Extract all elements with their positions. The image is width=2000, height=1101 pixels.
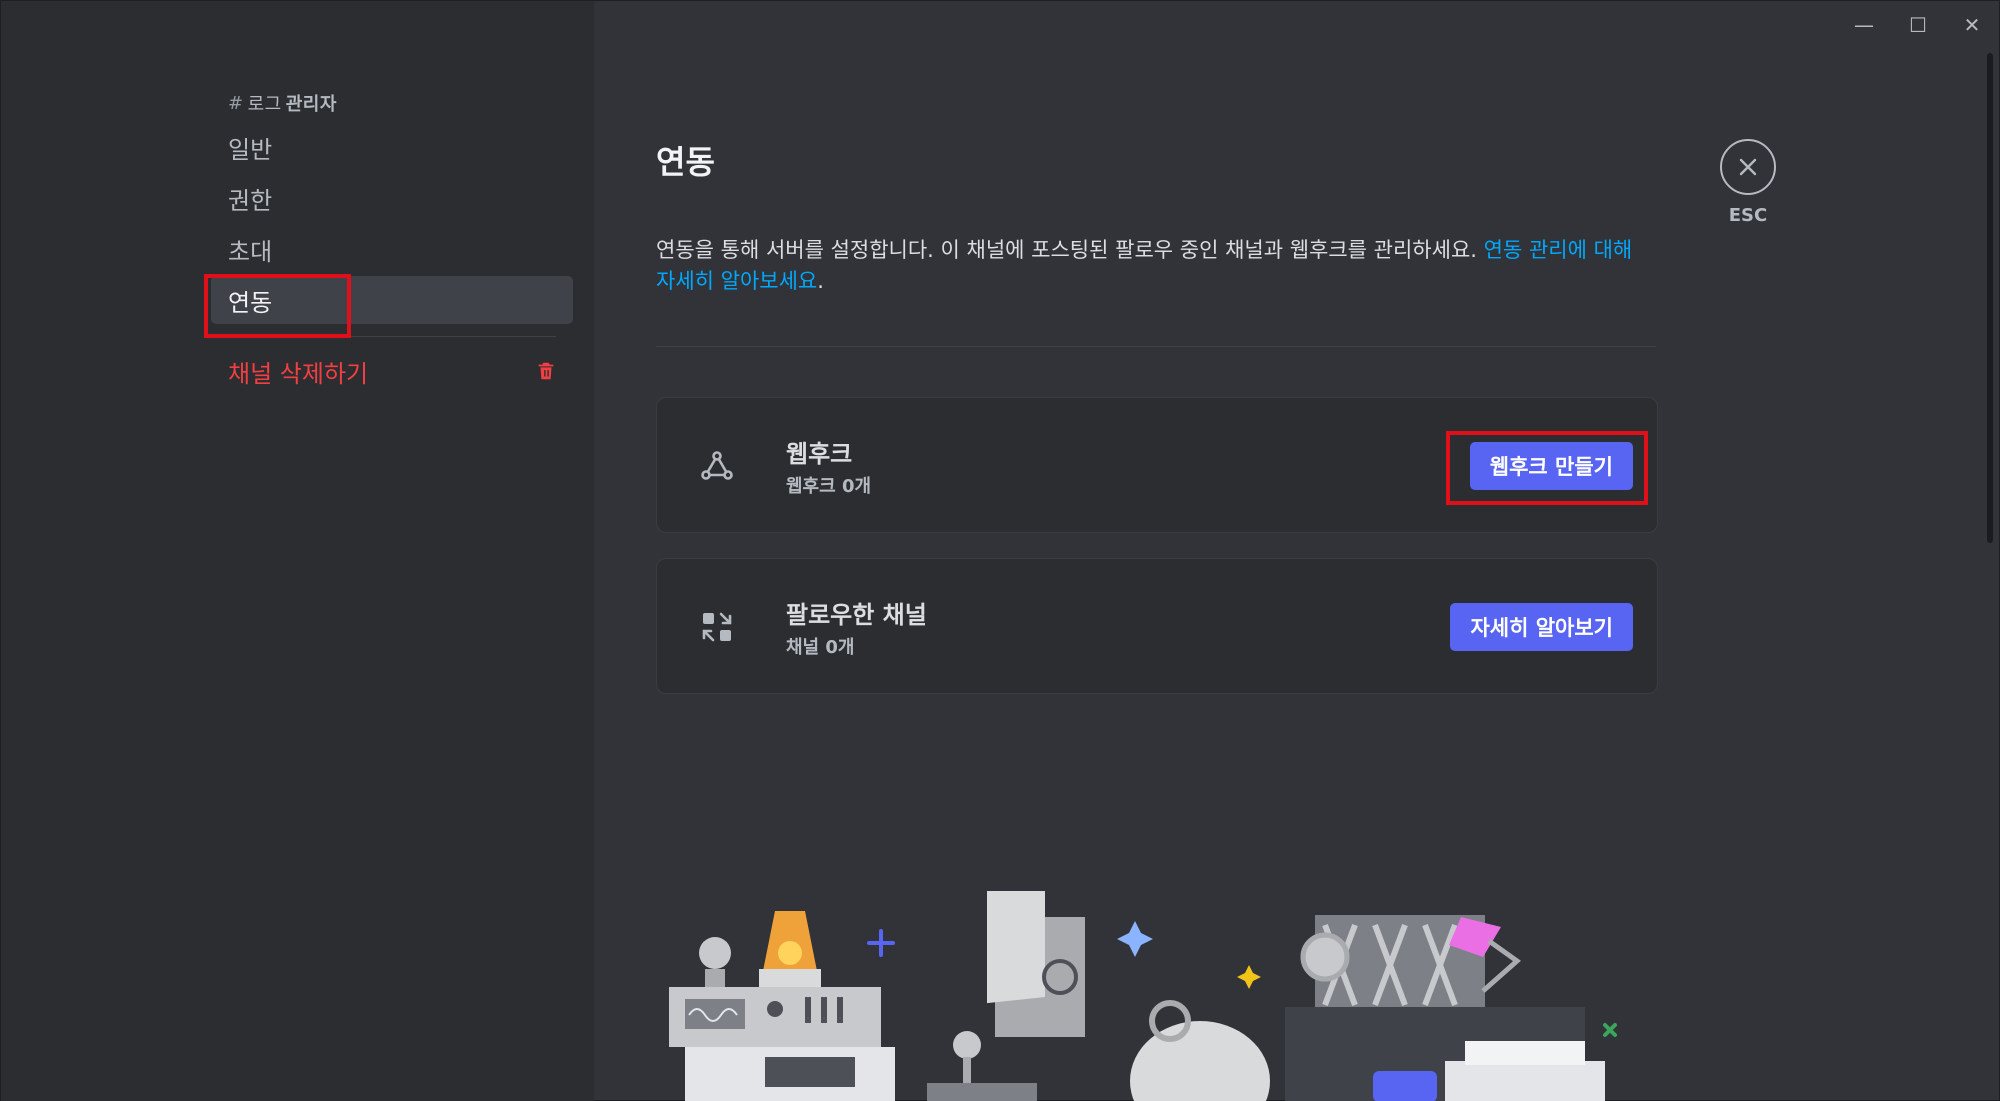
create-webhook-button[interactable]: 웹후크 만들기 <box>1469 442 1633 490</box>
sidebar-header: # 로그 관리자 <box>228 91 573 116</box>
window-controls: — ☐ ✕ <box>1837 7 1999 43</box>
minimize-button[interactable]: — <box>1837 7 1891 43</box>
page-title: 연동 <box>656 143 715 181</box>
page-description: 연동을 통해 서버를 설정합니다. 이 채널에 포스팅된 팔로우 중인 채널과 … <box>656 235 1656 297</box>
sidebar-item-label: 권한 <box>228 186 273 215</box>
card-title: 웹후크 <box>786 440 853 468</box>
close-settings-button[interactable]: ESC <box>1718 139 1778 226</box>
delete-channel-button[interactable]: 채널 삭제하기 <box>211 347 573 395</box>
hash-icon: # <box>228 92 244 114</box>
close-window-button[interactable]: ✕ <box>1945 7 1999 43</box>
card-subtitle: 채널 0개 <box>786 637 855 658</box>
content-divider <box>656 346 1656 347</box>
card-title: 팔로우한 채널 <box>786 601 927 629</box>
sidebar-item-label: 초대 <box>228 237 273 266</box>
description-end: . <box>817 269 824 293</box>
sidebar-item-invites[interactable]: 초대 <box>211 225 573 273</box>
esc-label: ESC <box>1728 205 1768 226</box>
sidebar-divider <box>228 336 556 337</box>
description-text: 연동을 통해 서버를 설정합니다. 이 채널에 포스팅된 팔로우 중인 채널과 … <box>656 238 1484 262</box>
sidebar-item-integrations[interactable]: 연동 <box>211 276 573 324</box>
webhook-icon <box>701 451 733 480</box>
settings-sidebar: # 로그 관리자 일반 권한 초대 연동 채널 삭제하기 <box>1 1 594 1101</box>
channel-suffix: 관리자 <box>285 94 337 115</box>
sidebar-item-label: 일반 <box>228 135 273 164</box>
scrollbar[interactable] <box>1985 53 1995 1093</box>
close-icon <box>1720 139 1776 195</box>
scrollbar-thumb[interactable] <box>1987 53 1993 543</box>
learn-more-button[interactable]: 자세히 알아보기 <box>1450 603 1633 651</box>
sidebar-item-general[interactable]: 일반 <box>211 123 573 171</box>
webhooks-card: 웹후크 웹후크 0개 웹후크 만들기 <box>656 397 1658 533</box>
integrations-illustration <box>669 891 1617 1101</box>
followed-channels-icon <box>702 612 732 642</box>
sidebar-item-permissions[interactable]: 권한 <box>211 174 573 222</box>
card-subtitle: 웹후크 0개 <box>786 476 872 497</box>
settings-window: # 로그 관리자 일반 권한 초대 연동 채널 삭제하기 연동 연동을 통해 서… <box>0 0 2000 1101</box>
sidebar-item-label: 연동 <box>228 288 273 317</box>
maximize-button[interactable]: ☐ <box>1891 7 1945 43</box>
channel-name: 로그 <box>247 94 282 115</box>
trash-icon <box>538 362 554 380</box>
followed-channels-card: 팔로우한 채널 채널 0개 자세히 알아보기 <box>656 558 1658 694</box>
delete-channel-label: 채널 삭제하기 <box>228 359 369 388</box>
